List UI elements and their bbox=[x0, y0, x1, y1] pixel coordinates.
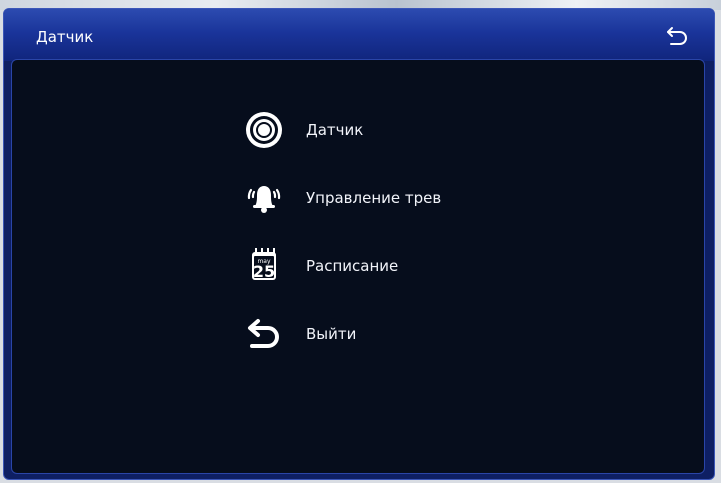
menu-item-schedule[interactable]: may 25 Расписание bbox=[242, 244, 542, 312]
menu-item-sensor[interactable]: Датчик bbox=[242, 108, 542, 176]
calendar-icon: may 25 bbox=[252, 248, 276, 281]
menu-item-exit[interactable]: Выйти bbox=[242, 312, 542, 380]
menu-item-label: Расписание bbox=[306, 257, 399, 275]
calendar-day-text: 25 bbox=[253, 262, 275, 281]
sensor-menu: Датчик Управление трев may 25 Расписание… bbox=[242, 108, 542, 380]
return-arrow-icon[interactable] bbox=[666, 25, 690, 47]
exit-arrow-icon bbox=[248, 319, 279, 348]
window-title: Датчик bbox=[36, 28, 94, 46]
menu-item-alarm-management[interactable]: Управление трев bbox=[242, 176, 542, 244]
sensor-window: Датчик Датчик Управление трев may 25 Рас… bbox=[3, 8, 715, 480]
menu-item-label: Управление трев bbox=[306, 189, 442, 207]
menu-item-label: Выйти bbox=[306, 325, 357, 343]
content-panel: Датчик Управление трев may 25 Расписание… bbox=[11, 59, 705, 474]
title-bar: Датчик bbox=[4, 9, 714, 61]
menu-item-label: Датчик bbox=[306, 121, 364, 139]
sensor-icon bbox=[246, 112, 282, 148]
alarm-bell-icon bbox=[247, 186, 281, 213]
